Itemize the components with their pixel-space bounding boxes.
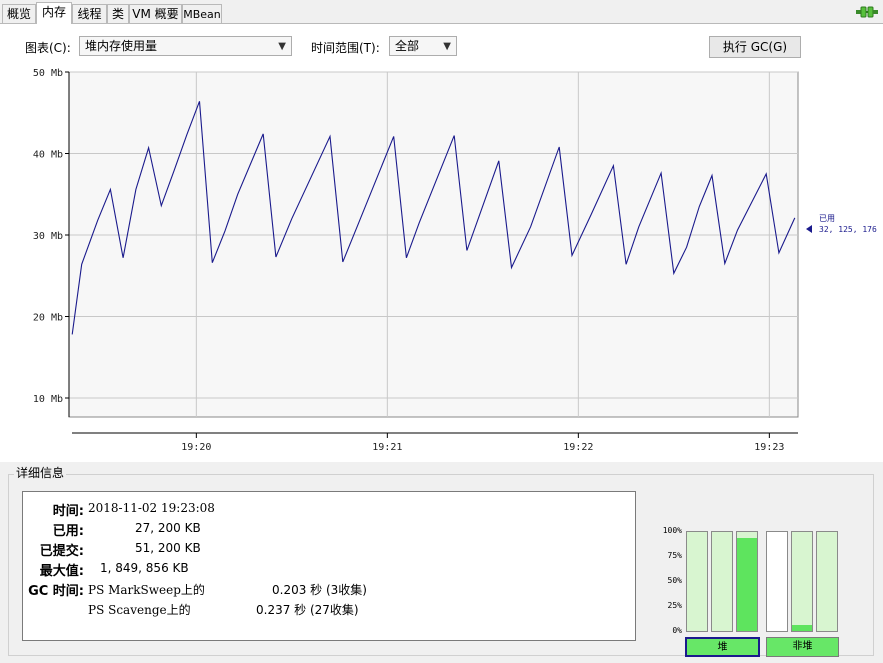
y-tick-label: 30 Mb xyxy=(33,231,63,242)
time-value: 2018-11-02 19:23:08 xyxy=(88,501,215,515)
tab-label: MBean xyxy=(183,8,221,21)
heap-pool-bar[interactable] xyxy=(686,531,708,632)
time-range-value: 全部 xyxy=(395,39,420,53)
x-tick-label: 19:22 xyxy=(563,442,593,453)
committed-value: 51, 200 KB xyxy=(135,541,201,555)
y-tick-label: 50 Mb xyxy=(33,68,63,79)
y-tick-label: 40 Mb xyxy=(33,150,63,161)
heap-usage-chart: 10 Mb20 Mb30 Mb40 Mb50 Mb 19:20 19:21 19:2… xyxy=(33,68,877,453)
heap-button[interactable]: 堆 xyxy=(685,637,760,657)
memory-panel: 图表(C): 堆内存使用量 ▼ 时间范围(T): 全部 ▼ 执行 GC(G) 1… xyxy=(0,24,883,663)
details-panel: 时间: 2018-11-02 19:23:08 已用: 27, 200 KB 已… xyxy=(22,491,636,641)
pool-scale-label: 0% xyxy=(672,626,682,635)
x-tick-labels: 19:20 19:21 19:22 19:23 xyxy=(181,442,784,453)
heap-pool-bar[interactable] xyxy=(736,531,758,632)
chart-select[interactable]: 堆内存使用量 ▼ xyxy=(79,36,292,56)
x-tick-label: 19:21 xyxy=(372,442,402,453)
tab-mbeans[interactable]: MBean xyxy=(182,4,222,23)
gc-time-label: GC 时间: xyxy=(28,584,84,599)
nonheap-pool-bar[interactable] xyxy=(766,531,788,632)
tab-label: 线程 xyxy=(77,7,102,21)
current-series-value: 32, 125, 176 xyxy=(819,225,877,234)
nonheap-pool-bar[interactable] xyxy=(791,531,813,632)
tab-vm-summary[interactable]: VM 概要 xyxy=(129,4,182,23)
gc-row-value: 0.203 秒 (3收集) xyxy=(272,583,367,597)
nonheap-pool-bar[interactable] xyxy=(816,531,838,632)
y-tick-labels: 10 Mb 20 Mb 30 Mb 40 Mb 50 Mb xyxy=(33,68,63,405)
committed-label: 已提交: xyxy=(39,544,84,559)
y-tick-label: 10 Mb xyxy=(33,394,63,405)
perform-gc-button[interactable]: 执行 GC(G) xyxy=(709,36,801,58)
details-title: 详细信息 xyxy=(14,464,67,481)
plot-background xyxy=(68,71,799,418)
tab-memory[interactable]: 内存 xyxy=(36,2,72,24)
tab-label: VM 概要 xyxy=(132,7,179,21)
heap-pool-bar[interactable] xyxy=(711,531,733,632)
details-section: 详细信息 时间: 2018-11-02 19:23:08 已用: 27, 200… xyxy=(0,462,883,663)
used-label: 已用: xyxy=(52,524,84,539)
chevron-down-icon: ▼ xyxy=(443,41,451,52)
chevron-down-icon: ▼ xyxy=(278,41,286,52)
time-range-select[interactable]: 全部 ▼ xyxy=(389,36,457,56)
tab-threads[interactable]: 线程 xyxy=(72,4,107,23)
time-range-label: 时间范围(T): xyxy=(311,41,380,55)
current-series-label: 已用 xyxy=(819,214,835,223)
used-value: 27, 200 KB xyxy=(135,521,201,535)
x-tick-label: 19:23 xyxy=(754,442,784,453)
gc-row-name: PS MarkSweep上的 xyxy=(88,583,205,597)
tab-label: 概览 xyxy=(6,7,31,21)
gc-row-value: 0.237 秒 (27收集) xyxy=(256,603,359,617)
pool-scale-label: 75% xyxy=(667,551,682,560)
pool-scale-label: 100% xyxy=(662,526,682,535)
max-value: 1, 849, 856 KB xyxy=(100,561,189,575)
current-value-marker-icon xyxy=(806,225,812,233)
chart-select-value: 堆内存使用量 xyxy=(85,39,158,53)
nonheap-button[interactable]: 非堆 xyxy=(766,637,839,657)
pool-fill xyxy=(792,625,812,631)
tab-classes[interactable]: 类 xyxy=(107,4,129,23)
tab-bar: 概览 内存 线程 类 VM 概要 MBean xyxy=(0,0,883,24)
time-label: 时间: xyxy=(52,504,84,519)
pool-fill xyxy=(737,537,757,631)
tab-label: 内存 xyxy=(41,5,66,19)
connected-plug-icon xyxy=(856,6,878,18)
max-label: 最大值: xyxy=(39,564,84,579)
x-tick-label: 19:20 xyxy=(181,442,211,453)
tab-overview[interactable]: 概览 xyxy=(2,4,36,23)
tab-label: 类 xyxy=(111,7,124,21)
y-tick-label: 20 Mb xyxy=(33,313,63,324)
chart-select-label: 图表(C): xyxy=(25,41,71,55)
pool-scale-label: 25% xyxy=(667,601,682,610)
gc-row-name: PS Scavenge上的 xyxy=(88,603,191,617)
pool-scale-label: 50% xyxy=(667,576,682,585)
